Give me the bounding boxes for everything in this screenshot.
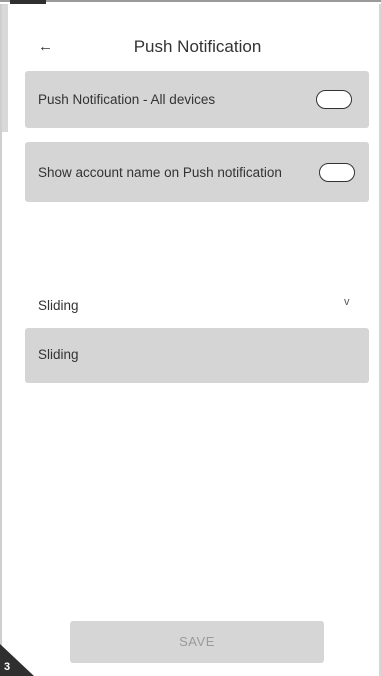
- setting-card-all-devices: Push Notification - All devices: [25, 71, 369, 128]
- save-button[interactable]: SAVE: [70, 621, 324, 663]
- page-title: Push Notification: [133, 37, 262, 56]
- mode-selected-value: Sliding: [38, 347, 79, 362]
- mode-dropdown[interactable]: Sliding: [25, 328, 369, 383]
- mode-section-label: Sliding: [38, 298, 79, 313]
- setting-label-show-account-name: Show account name on Push notification: [38, 165, 282, 180]
- setting-card-show-account-name: Show account name on Push notification: [25, 142, 369, 202]
- frame-left-border: [0, 4, 2, 676]
- setting-label-all-devices: Push Notification - All devices: [38, 92, 216, 107]
- page-header: ← Push Notification: [8, 34, 377, 60]
- push-notification-screen: ← Push Notification Push Notification - …: [8, 8, 377, 676]
- frame-top-tab: [10, 0, 46, 4]
- toggle-all-devices[interactable]: [316, 90, 352, 109]
- toggle-show-account-name[interactable]: [319, 163, 355, 182]
- chevron-down-icon[interactable]: v: [344, 296, 350, 308]
- corner-badge-number: 3: [4, 661, 11, 673]
- frame-top-border: [0, 0, 381, 2]
